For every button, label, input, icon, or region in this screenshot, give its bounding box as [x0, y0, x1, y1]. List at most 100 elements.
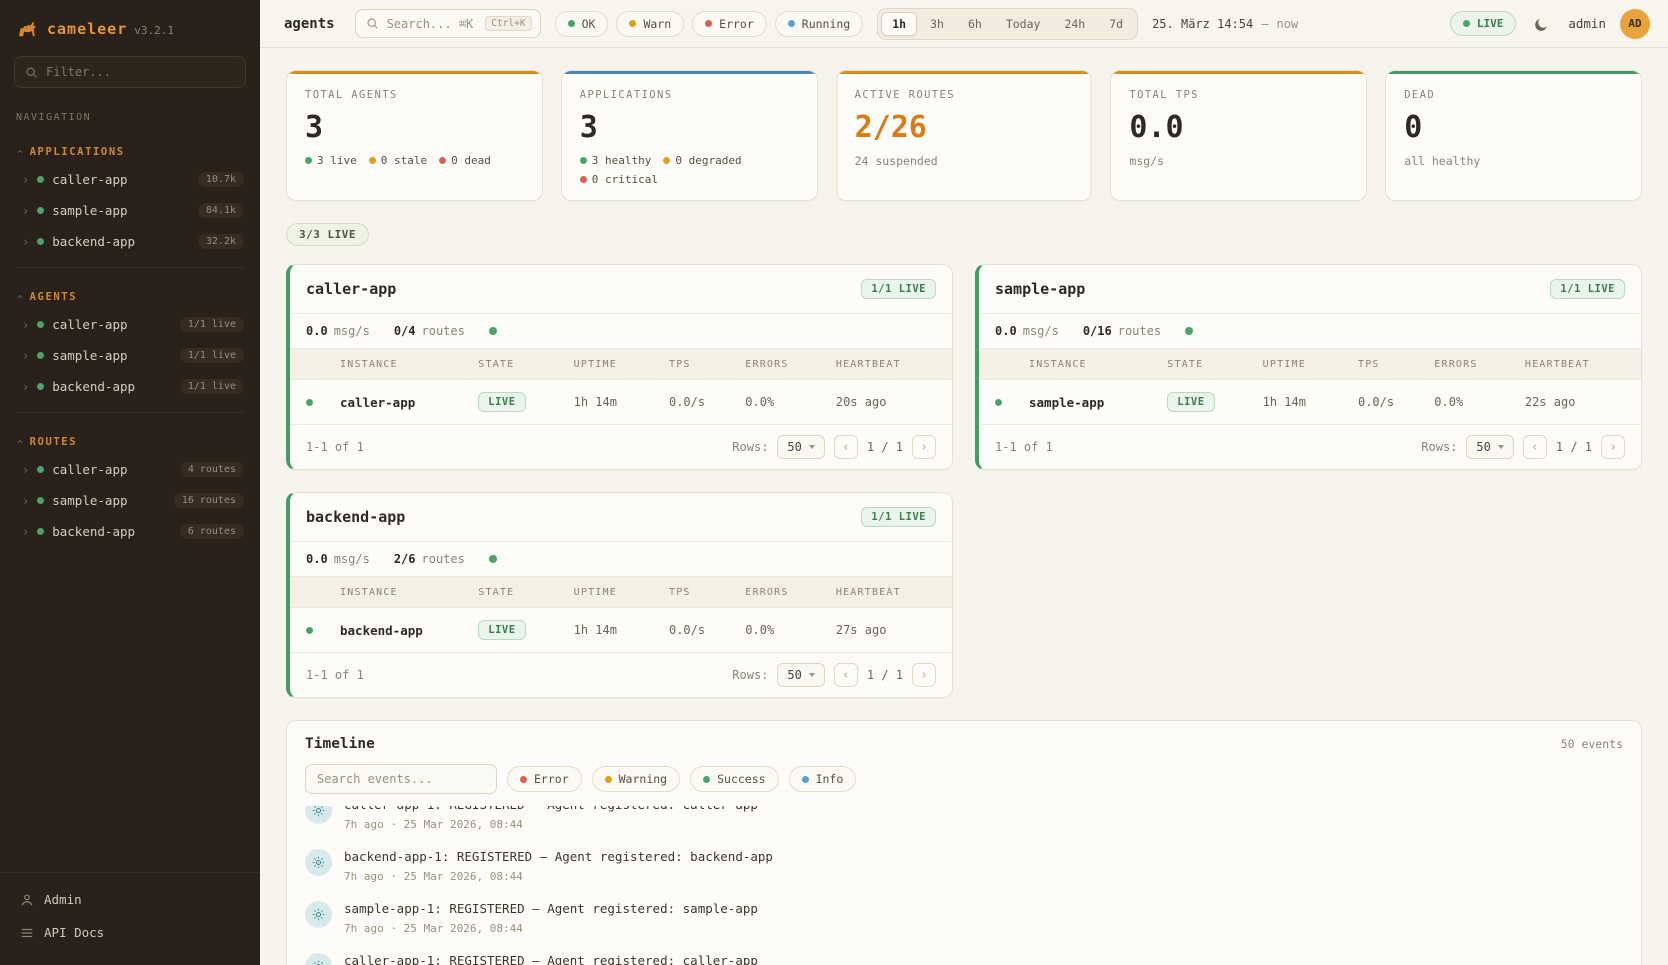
sidebar-item-routes-sample-app[interactable]: › sample-app 16 routes: [0, 485, 260, 516]
time-range-display[interactable]: 25. März 14:54 — now: [1152, 17, 1298, 31]
sidebar-item-agent-backend-app[interactable]: › backend-app 1/1 live: [0, 371, 260, 402]
timeline-filter-info[interactable]: Info: [789, 766, 857, 792]
status-dot: [705, 20, 712, 27]
moon-icon: [1534, 16, 1550, 32]
cell-uptime: 1h 14m: [1263, 395, 1358, 409]
filter-chip-warn[interactable]: Warn: [616, 11, 684, 37]
card-accent: [562, 71, 817, 74]
live-dot: [1463, 20, 1470, 27]
tps-value: 0.0: [995, 324, 1017, 338]
legend-dot: [369, 157, 376, 164]
sidebar-filter-input[interactable]: [46, 65, 235, 79]
sidebar-footer: Admin API Docs: [0, 872, 260, 965]
table-footer: 1-1 of 1 Rows: 50 ‹ 1 / 1 ›: [290, 652, 952, 697]
column-errors: ERRORS: [745, 359, 836, 370]
next-page-button[interactable]: ›: [1601, 435, 1625, 459]
prev-page-button[interactable]: ‹: [1523, 435, 1547, 459]
page-title: agents: [284, 16, 335, 32]
sidebar-item-label: caller-app: [52, 462, 127, 477]
sidebar-item-sample-app[interactable]: › sample-app 84.1k: [0, 195, 260, 226]
sidebar-item-admin[interactable]: Admin: [0, 883, 260, 916]
table-row[interactable]: backend-app LIVE 1h 14m 0.0/s 0.0% 27s a…: [290, 608, 952, 652]
dark-mode-toggle[interactable]: [1530, 12, 1554, 36]
filter-chip-running[interactable]: Running: [775, 11, 863, 37]
card-accent: [1386, 71, 1641, 74]
filter-chip-error[interactable]: Error: [692, 11, 767, 37]
sidebar-section-routes[interactable]: › ROUTES: [0, 423, 260, 454]
app-card-stats: 0.0 msg/s 2/6 routes: [290, 541, 952, 576]
timeline-filter-warning[interactable]: Warning: [592, 766, 680, 792]
prev-page-button[interactable]: ‹: [834, 663, 858, 687]
sidebar-item-api-docs[interactable]: API Docs: [0, 916, 260, 949]
time-range-1h[interactable]: 1h: [881, 12, 917, 36]
timeline-event[interactable]: backend-app-1: REGISTERED — Agent regist…: [305, 840, 1623, 892]
cell-errors: 0.0%: [1434, 395, 1525, 409]
time-range-7d[interactable]: 7d: [1098, 12, 1134, 36]
routes-label: routes: [422, 324, 465, 338]
sidebar-item-badge: 10.7k: [198, 172, 244, 187]
chevron-right-icon: ›: [22, 204, 29, 218]
time-range-24h[interactable]: 24h: [1053, 12, 1096, 36]
sidebar-item-agent-sample-app[interactable]: › sample-app 1/1 live: [0, 340, 260, 371]
topbar-right: LIVE admin AD: [1450, 9, 1650, 39]
sidebar-item-label: sample-app: [52, 203, 127, 218]
timeline-event[interactable]: sample-app-1: REGISTERED — Agent registe…: [305, 892, 1623, 944]
stat-subtitle: all healthy: [1404, 154, 1623, 168]
table-row[interactable]: caller-app LIVE 1h 14m 0.0/s 0.0% 20s ag…: [290, 380, 952, 424]
sidebar-item-agent-caller-app[interactable]: › caller-app 1/1 live: [0, 309, 260, 340]
stat-value: 3: [305, 111, 524, 144]
sidebar-section-applications[interactable]: › APPLICATIONS: [0, 133, 260, 164]
next-page-button[interactable]: ›: [912, 663, 936, 687]
live-badge: 1/1 LIVE: [861, 507, 936, 527]
timeline-title: Timeline: [305, 736, 375, 752]
sidebar-item-label: backend-app: [52, 234, 135, 249]
status-dot: [629, 20, 636, 27]
time-range-3h[interactable]: 3h: [919, 12, 955, 36]
filter-chip-ok[interactable]: OK: [555, 11, 609, 37]
stat-card-total-agents: TOTAL AGENTS 3 3 live 0 stale 0 dead: [286, 70, 543, 201]
table-row[interactable]: sample-app LIVE 1h 14m 0.0/s 0.0% 22s ag…: [979, 380, 1641, 424]
stat-title: TOTAL AGENTS: [305, 89, 524, 101]
avatar[interactable]: AD: [1620, 9, 1650, 39]
column-heartbeat: HEARTBEAT: [836, 587, 936, 598]
column-tps: TPS: [669, 359, 745, 370]
sidebar-section-agents[interactable]: › AGENTS: [0, 278, 260, 309]
status-dot: [788, 20, 795, 27]
timeline-filter-error[interactable]: Error: [507, 766, 582, 792]
card-accent: [837, 71, 1092, 74]
sidebar-filter: [14, 56, 246, 88]
timeline-event[interactable]: caller-app-1: REGISTERED — Agent registe…: [305, 944, 1623, 965]
global-search: Ctrl+K: [355, 9, 541, 38]
timeline-event[interactable]: caller-app-1: REGISTERED — Agent registe…: [305, 806, 1623, 840]
column-tps: TPS: [669, 587, 745, 598]
app-card-stats: 0.0 msg/s 0/4 routes: [290, 313, 952, 348]
column-errors: ERRORS: [1434, 359, 1525, 370]
rows-per-page-select[interactable]: 50: [777, 663, 824, 687]
chevron-right-icon: ›: [22, 173, 29, 187]
sidebar-item-caller-app[interactable]: › caller-app 10.7k: [0, 164, 260, 195]
sidebar-item-routes-backend-app[interactable]: › backend-app 6 routes: [0, 516, 260, 547]
sidebar-item-backend-app[interactable]: › backend-app 32.2k: [0, 226, 260, 257]
timeline-events-list[interactable]: caller-app-1: REGISTERED — Agent registe…: [287, 806, 1641, 965]
prev-page-button[interactable]: ‹: [834, 435, 858, 459]
next-page-button[interactable]: ›: [912, 435, 936, 459]
status-dot: [568, 20, 575, 27]
chip-label: Running: [802, 17, 850, 31]
tps-unit: msg/s: [1023, 324, 1059, 338]
chevron-down-icon: [809, 445, 815, 449]
event-gear-icon: [305, 901, 332, 928]
chevron-right-icon: ›: [22, 380, 29, 394]
timeline-filter-success[interactable]: Success: [690, 766, 778, 792]
content: agents Ctrl+K OK Warn Error Running 1h 3…: [260, 0, 1668, 965]
table-footer: 1-1 of 1 Rows: 50 ‹ 1 / 1 ›: [290, 424, 952, 469]
rows-per-page-select[interactable]: 50: [1466, 435, 1513, 459]
time-range-6h[interactable]: 6h: [957, 12, 993, 36]
time-range-today[interactable]: Today: [995, 12, 1052, 36]
time-range-segment: 1h 3h 6h Today 24h 7d: [877, 8, 1138, 40]
timeline-search-input[interactable]: [305, 764, 497, 794]
global-search-input[interactable]: [387, 17, 478, 31]
sidebar-item-routes-caller-app[interactable]: › caller-app 4 routes: [0, 454, 260, 485]
rows-per-page-select[interactable]: 50: [777, 435, 824, 459]
timeline-header: Timeline 50 events: [287, 721, 1641, 762]
cell-uptime: 1h 14m: [574, 623, 669, 637]
